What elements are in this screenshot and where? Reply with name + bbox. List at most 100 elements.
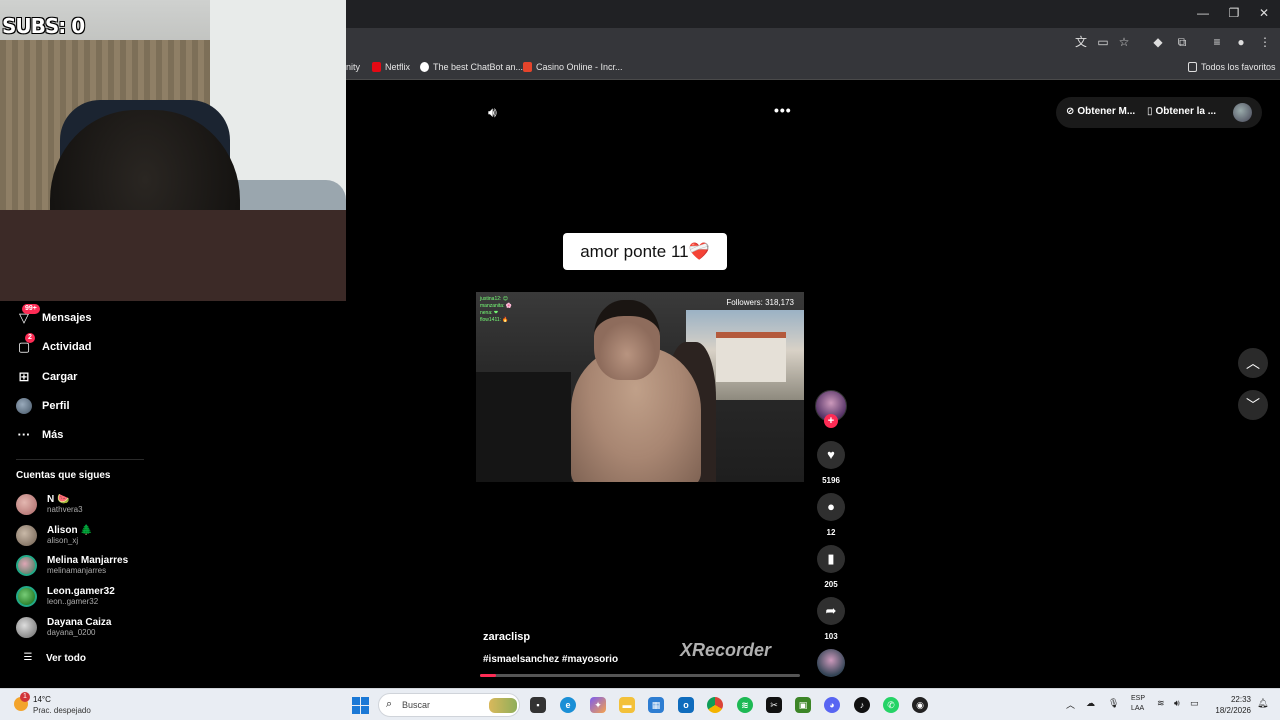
avatar — [16, 525, 37, 546]
comment-icon: ● — [827, 499, 835, 514]
outlook-icon[interactable]: o — [678, 697, 694, 713]
following-item[interactable]: Melina Manjarres melinamanjarres — [16, 555, 128, 576]
bookmark-label: Netflix — [385, 62, 411, 72]
sidebar-item-cargar[interactable]: ⊞ Cargar — [16, 368, 78, 386]
tiktok-icon[interactable]: ♪ — [854, 697, 870, 713]
taskbar-search[interactable]: ⌕ Buscar — [378, 693, 520, 717]
sidebar-item-label: Perfil — [42, 400, 70, 412]
restore-icon[interactable]: ❐ — [1219, 4, 1249, 22]
file-explorer-icon[interactable]: ▬ — [619, 697, 635, 713]
see-all-link[interactable]: ☰ Ver todo — [20, 649, 87, 667]
taskbar-clock[interactable]: 22:33 18/2/2026 — [1213, 694, 1251, 716]
following-item[interactable]: Dayana Caiza dayana_0200 — [16, 617, 111, 638]
subs-counter: SUBS: 0 — [2, 14, 85, 38]
sidebar-item-label: Actividad — [42, 341, 92, 353]
extensions-icon[interactable]: ⧉ — [1174, 34, 1190, 50]
minecraft-icon[interactable]: ▣ — [795, 697, 811, 713]
edge-icon[interactable]: e — [560, 697, 576, 713]
video-player[interactable]: justina12: 😊 manzanita: 🌸 nena: ❤ flow14… — [476, 292, 804, 482]
following-name: Melina Manjarres — [47, 555, 129, 566]
user-avatar[interactable] — [1233, 103, 1252, 122]
following-item[interactable]: Alison 🌲 alison_xj — [16, 525, 93, 546]
bookmark-star-icon[interactable]: ☆ — [1116, 34, 1132, 50]
activity-badge: 2 — [25, 333, 35, 343]
following-name: Leon.gamer32 — [47, 586, 115, 597]
get-app-label: Obtener la ... — [1155, 106, 1217, 117]
bookmark-item[interactable]: inity — [344, 62, 360, 72]
discord-icon[interactable]: ◕ — [824, 697, 840, 713]
share-button[interactable]: ➦ — [817, 597, 845, 625]
follow-plus-icon[interactable]: + — [824, 414, 838, 428]
following-name: N 🍉 — [47, 494, 70, 505]
music-disc-icon[interactable] — [817, 649, 845, 677]
more-options-icon[interactable]: ••• — [774, 102, 792, 118]
messages-badge: 99+ — [22, 304, 40, 314]
video-author[interactable]: zaraclisp — [483, 631, 530, 643]
battery-icon[interactable]: ▭ — [1190, 698, 1199, 709]
video-hashtags[interactable]: #ismaelsanchez #mayosorio — [483, 654, 618, 665]
bookmark-item[interactable]: Casino Online - Incr... — [523, 62, 623, 72]
bookmark-item[interactable]: The best ChatBot an... — [420, 62, 523, 72]
bookmark-icon: ▮ — [827, 551, 835, 566]
store-icon[interactable]: ▦ — [648, 697, 664, 713]
caption-text: amor ponte 11 — [580, 242, 689, 261]
weather-badge: 1 — [20, 692, 30, 702]
get-m-button[interactable]: ⊘ Obtener M... — [1066, 106, 1135, 117]
following-username: melinamanjarres — [47, 566, 107, 575]
video-progress-track[interactable] — [480, 674, 800, 677]
language-code: ESP — [1131, 695, 1146, 702]
windows-start-icon[interactable] — [352, 697, 369, 714]
chrome-icon[interactable] — [707, 697, 723, 713]
close-icon[interactable]: ✕ — [1249, 4, 1279, 22]
media-control-icon[interactable]: ≡ — [1209, 34, 1225, 50]
translate-icon[interactable]: 文 — [1073, 34, 1089, 50]
notifications-icon[interactable]: 🔔︎ — [1257, 698, 1268, 709]
spotify-icon[interactable]: ≋ — [737, 697, 753, 713]
keyboard-layout: LAA — [1131, 705, 1145, 712]
onedrive-icon[interactable]: ☁ — [1086, 698, 1095, 709]
cast-icon[interactable]: ▭ — [1095, 34, 1111, 50]
like-button[interactable]: ♥ — [817, 441, 845, 469]
microphone-icon[interactable]: 🎙︎ — [1108, 698, 1119, 709]
chevron-down-icon[interactable]: ﹀ — [1238, 390, 1268, 420]
sidebar-item-mensajes[interactable]: ▽ 99+ Mensajes — [16, 304, 92, 327]
wifi-icon[interactable]: ≋ — [1157, 698, 1165, 709]
following-name: Alison 🌲 — [47, 525, 93, 536]
save-button[interactable]: ▮ — [817, 545, 845, 573]
sidebar-item-perfil[interactable]: Perfil — [16, 397, 70, 415]
bookmark-item[interactable]: Netflix — [372, 62, 410, 72]
copilot-icon[interactable]: ✦ — [590, 697, 606, 713]
language-indicator[interactable]: ESP LAA — [1131, 694, 1145, 714]
bookmark-label: The best ChatBot an... — [433, 62, 524, 72]
bookmark-label: Casino Online - Incr... — [536, 62, 623, 72]
browser-menu-icon[interactable]: ⋮ — [1257, 34, 1273, 50]
heart-bandage-emoji: ❤️‍🩹 — [688, 242, 710, 261]
sidebar-item-actividad[interactable]: ▢ 2 Actividad — [16, 333, 92, 356]
following-item[interactable]: N 🍉 nathvera3 — [16, 494, 83, 515]
sidebar-item-mas[interactable]: ··· Más — [16, 426, 64, 444]
volume-tray-icon[interactable]: 🔊︎ — [1174, 698, 1180, 709]
get-app-button[interactable]: ▯ Obtener la ... — [1147, 106, 1216, 117]
header-actions: ⊘ Obtener M... ▯ Obtener la ... — [1056, 97, 1262, 128]
netflix-icon — [372, 62, 381, 72]
volume-icon[interactable]: 🔊︎ — [488, 104, 506, 120]
extension-diamond-icon[interactable]: ◆ — [1150, 34, 1166, 50]
show-hidden-icons[interactable]: ︿ — [1066, 698, 1075, 711]
minimize-icon[interactable]: — — [1188, 4, 1218, 22]
windows-taskbar: 1 14°C Prac. despejado ⌕ Buscar ▪ e ✦ ▬ … — [0, 688, 1280, 720]
capcut-icon[interactable]: ✂ — [766, 697, 782, 713]
profile-avatar-icon[interactable]: ● — [1233, 34, 1249, 50]
comment-button[interactable]: ● — [817, 493, 845, 521]
whatsapp-icon[interactable]: ✆ — [883, 697, 899, 713]
chevron-up-icon[interactable]: ︿ — [1238, 348, 1268, 378]
all-bookmarks[interactable]: Todos los favoritos — [1188, 62, 1276, 72]
see-all-label: Ver todo — [46, 652, 87, 664]
screen: — ❐ ✕ 文 ▭ ☆ ◆ ⧉ ≡ ● ⋮ inity Netflix The … — [0, 0, 1280, 720]
obs-icon[interactable]: ◉ — [912, 697, 928, 713]
share-count: 103 — [824, 632, 838, 641]
clock-date: 18/2/2026 — [1215, 706, 1251, 715]
casino-icon — [523, 62, 532, 72]
following-item[interactable]: Leon.gamer32 leon..gamer32 — [16, 586, 115, 607]
task-view-icon[interactable]: ▪ — [530, 697, 546, 713]
chatbot-icon — [420, 62, 429, 72]
